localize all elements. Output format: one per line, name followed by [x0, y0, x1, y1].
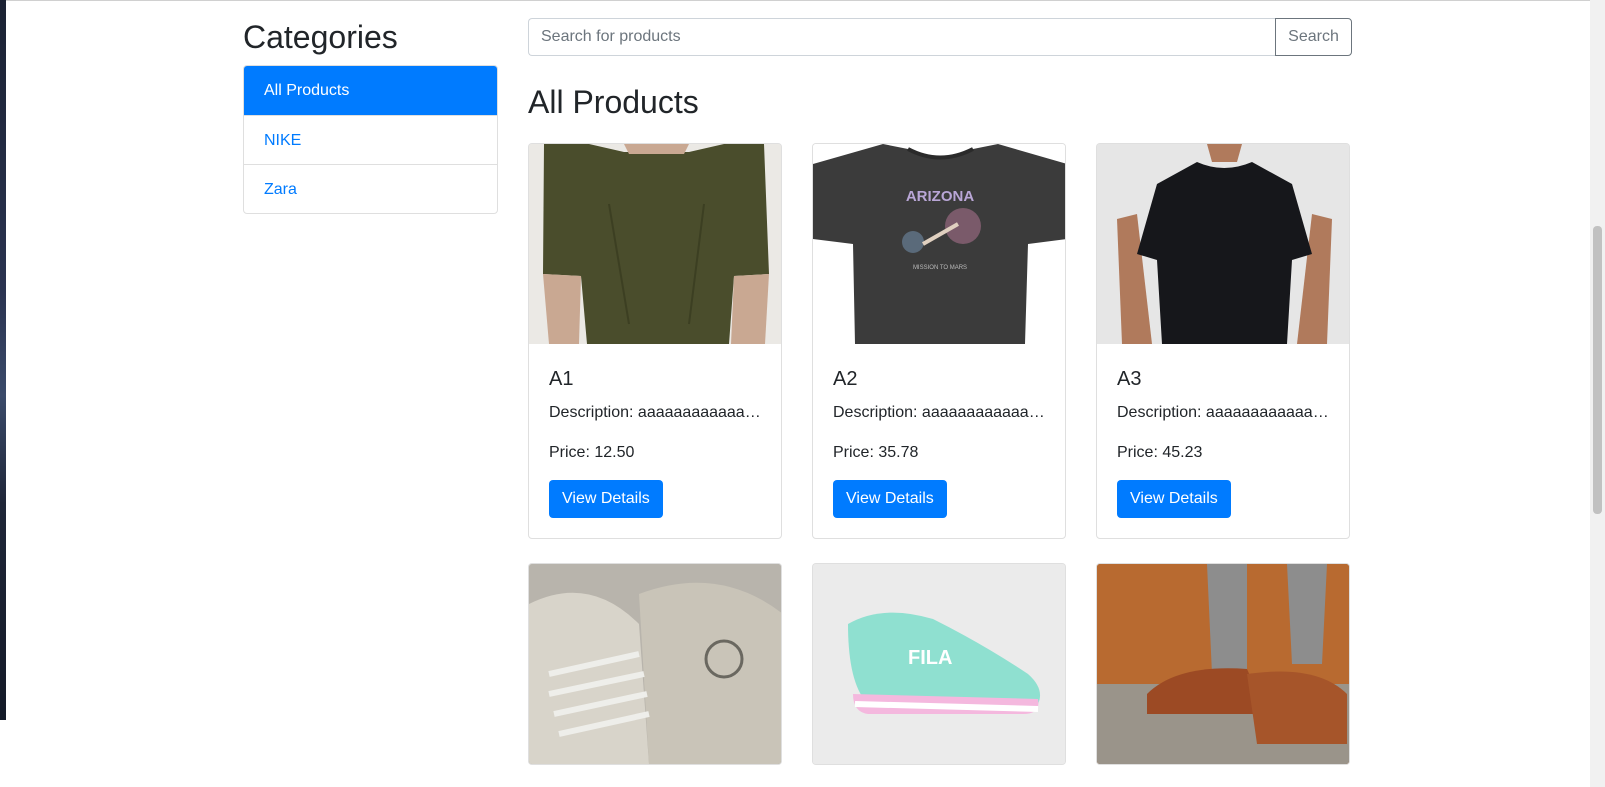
view-details-button[interactable]: View Details — [833, 480, 947, 518]
svg-text:FILA: FILA — [908, 647, 952, 669]
top-divider — [0, 0, 1590, 1]
product-image-fila-running-shoe[interactable]: FILA — [813, 564, 1065, 764]
category-all-products[interactable]: All Products — [244, 66, 497, 115]
product-description: Description: aaaaaaaaaaaaaaaaaaaa — [1117, 404, 1329, 421]
product-price: Price: 35.78 — [833, 444, 919, 461]
page-heading: All Products — [528, 84, 699, 120]
product-image-black-tshirt[interactable] — [1097, 144, 1349, 344]
product-name: A3 — [1117, 368, 1142, 390]
category-zara[interactable]: Zara — [244, 164, 497, 213]
product-card: FILA — [812, 563, 1066, 765]
categories-sidebar: Categories All Products NIKE Zara — [243, 18, 498, 214]
background-window-edge — [0, 0, 6, 720]
product-card — [528, 563, 782, 765]
product-card: A1 Description: aaaaaaaaaaaaaaaaaaaa Pri… — [528, 143, 782, 539]
product-image-reebok-sneakers[interactable] — [529, 564, 781, 764]
product-card: A3 Description: aaaaaaaaaaaaaaaaaaaa Pri… — [1096, 143, 1350, 539]
main-content: Search All Products — [528, 18, 1352, 765]
product-card-body: A1 Description: aaaaaaaaaaaaaaaaaaaa Pri… — [529, 344, 781, 538]
scrollbar-thumb[interactable] — [1593, 226, 1602, 514]
product-image-olive-tshirt[interactable] — [529, 144, 781, 344]
product-price: Price: 45.23 — [1117, 444, 1203, 461]
product-price: Price: 12.50 — [549, 444, 635, 461]
search-button[interactable]: Search — [1275, 18, 1352, 56]
product-description: Description: aaaaaaaaaaaaaaaaaaaa — [833, 404, 1045, 421]
category-nike[interactable]: NIKE — [244, 115, 497, 164]
view-details-button[interactable]: View Details — [549, 480, 663, 518]
category-list: All Products NIKE Zara — [243, 65, 498, 214]
product-card-body: A2 Description: aaaaaaaaaaaaaaaaaaaa Pri… — [813, 344, 1065, 538]
product-card — [1096, 563, 1350, 765]
product-name: A1 — [549, 368, 574, 390]
page: Categories All Products NIKE Zara Search… — [0, 0, 1605, 787]
product-card-body: A3 Description: aaaaaaaaaaaaaaaaaaaa Pri… — [1097, 344, 1349, 538]
search-bar: Search — [528, 18, 1352, 56]
view-details-button[interactable]: View Details — [1117, 480, 1231, 518]
sidebar-title: Categories — [243, 19, 398, 55]
product-name: A2 — [833, 368, 858, 390]
product-grid: A1 Description: aaaaaaaaaaaaaaaaaaaa Pri… — [528, 143, 1352, 765]
product-image-brown-loafers[interactable] — [1097, 564, 1349, 764]
product-card: ARIZONA MISSION TO MARS A2 Description: … — [812, 143, 1066, 539]
svg-text:ARIZONA: ARIZONA — [906, 188, 974, 205]
product-image-arizona-graphic-tshirt[interactable]: ARIZONA MISSION TO MARS — [813, 144, 1065, 344]
page-scrollbar[interactable] — [1590, 0, 1605, 787]
search-input[interactable] — [528, 18, 1275, 56]
svg-text:MISSION TO MARS: MISSION TO MARS — [913, 265, 967, 271]
product-description: Description: aaaaaaaaaaaaaaaaaaaa — [549, 404, 761, 421]
